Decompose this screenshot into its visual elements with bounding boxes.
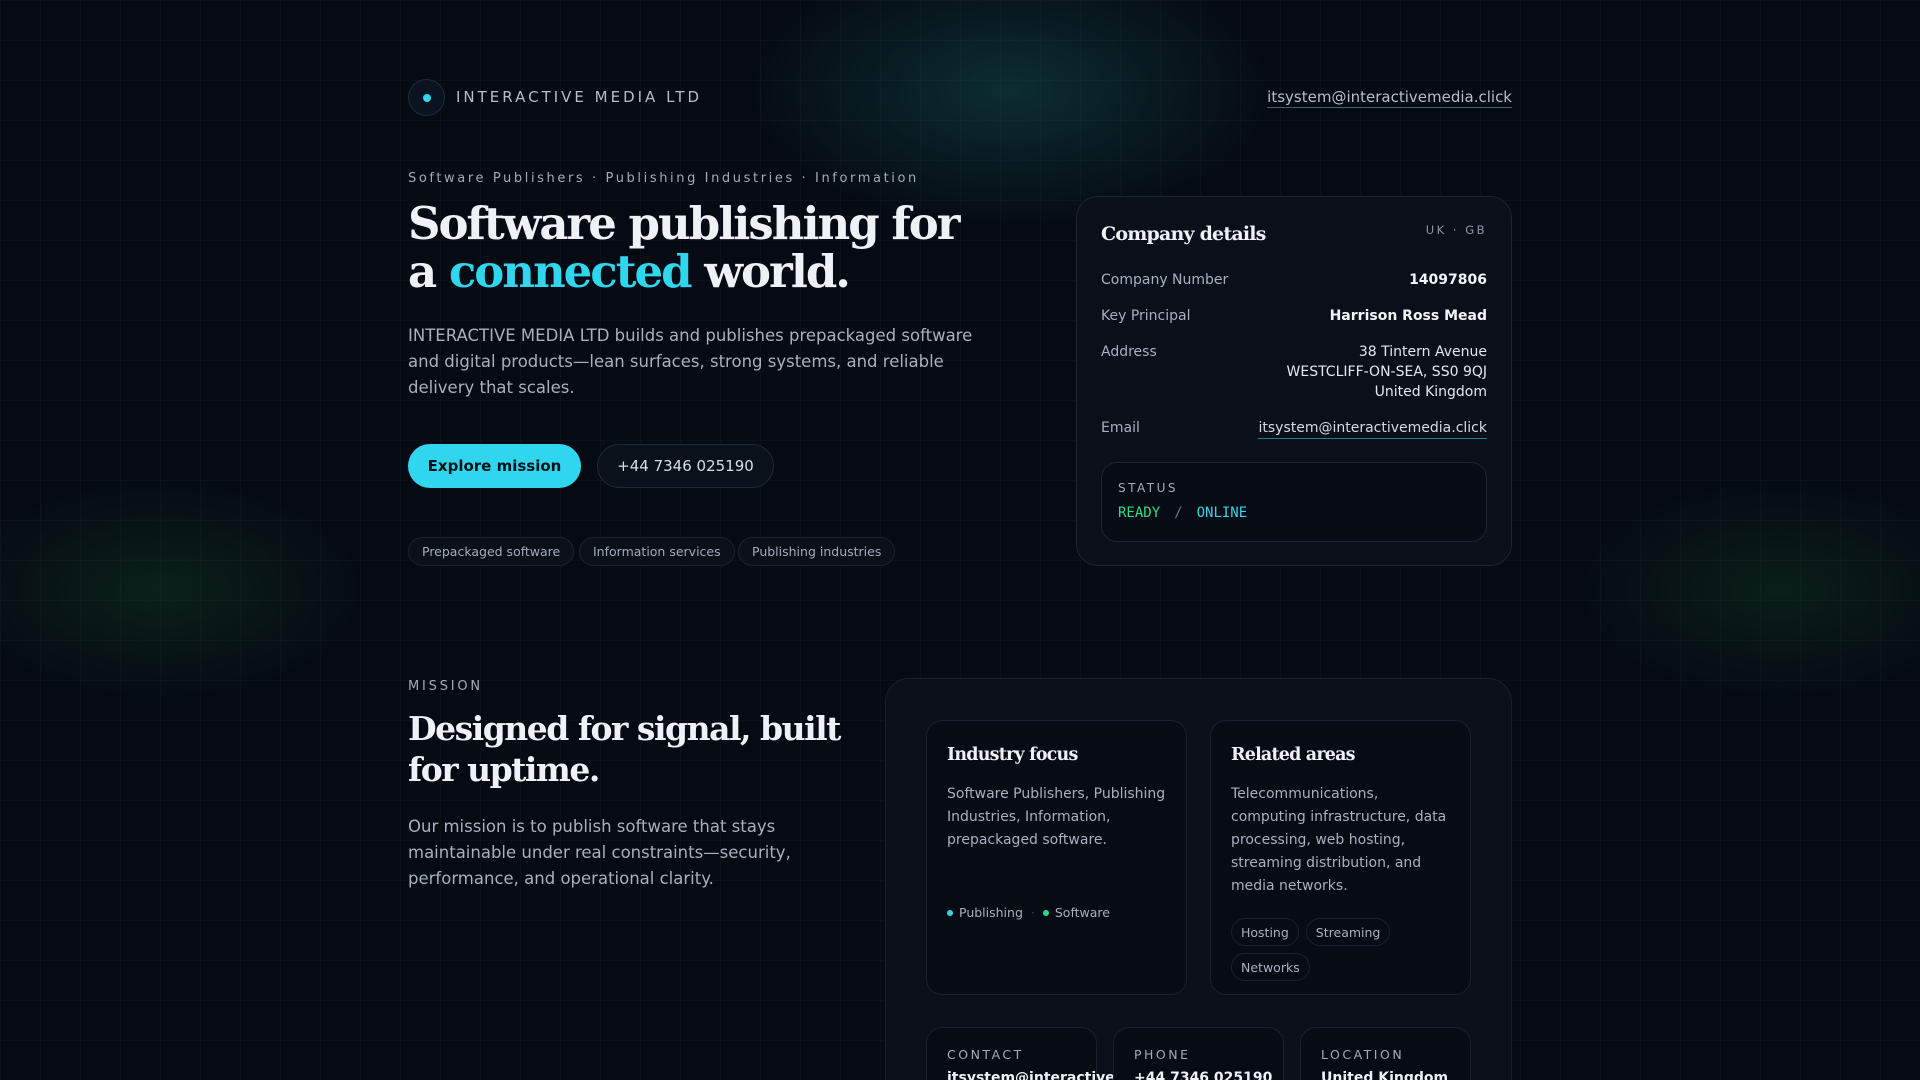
status-box: STATUS READY / ONLINE xyxy=(1101,462,1487,542)
row-email: Email itsystem@interactivemedia.click xyxy=(1101,418,1487,439)
status-value: READY / ONLINE xyxy=(1118,505,1248,521)
software-dot-icon xyxy=(1042,909,1049,916)
industry-focus-card: Industry focus Software Publishers, Publ… xyxy=(926,720,1187,995)
header-email-link[interactable]: itsystem@interactivemedia.click xyxy=(1267,88,1512,108)
mission-label: MISSION xyxy=(408,679,483,694)
chip-prepackaged-software: Prepackaged software xyxy=(408,537,575,566)
row-address: Address 38 Tintern Avenue WESTCLIFF-ON-SEA… xyxy=(1101,344,1487,400)
chip-information-services: Information services xyxy=(579,537,735,566)
hero-title: Software publishing for a connected worl… xyxy=(408,197,960,298)
explore-mission-button[interactable]: Explore mission xyxy=(408,444,581,488)
row-key-principal: Key Principal Harrison Ross Mead xyxy=(1101,308,1487,324)
mission-text: Our mission is to publish software that … xyxy=(408,817,791,888)
related-areas-card: Related areas Telecommunications, comput… xyxy=(1210,720,1471,995)
tag-streaming: Streaming xyxy=(1305,918,1391,946)
company-email-link[interactable]: itsystem@interactivemedia.click xyxy=(1258,418,1487,439)
hero-title-accent: connected xyxy=(448,245,693,298)
country-code: UK · GB xyxy=(1425,223,1487,237)
mission-title: Designed for signal, built for uptime. xyxy=(408,709,841,789)
logo-icon[interactable] xyxy=(408,79,445,116)
phone-card: PHONE +44 7346 025190 xyxy=(1113,1027,1284,1080)
phone-button[interactable]: +44 7346 025190 xyxy=(597,444,774,488)
chip-publishing-industries: Publishing industries xyxy=(738,537,896,566)
hero-eyebrow: Software Publishers · Publishing Industr… xyxy=(408,171,919,186)
company-details-title: Company details xyxy=(1101,223,1266,245)
brand-name: INTERACTIVE MEDIA LTD xyxy=(456,88,703,106)
row-company-number: Company Number 14097806 xyxy=(1101,272,1487,288)
tag-networks: Networks xyxy=(1231,953,1310,981)
details-panel: Industry focus Software Publishers, Publ… xyxy=(885,678,1512,1080)
company-details-card: Company details UK · GB Company Number 14… xyxy=(1076,196,1512,566)
hero-lead: INTERACTIVE MEDIA LTD builds and publish… xyxy=(408,326,973,397)
location-card: LOCATION United Kingdom xyxy=(1300,1027,1471,1080)
publishing-dot-icon xyxy=(947,909,953,916)
contact-card: CONTACT itsystem@interactivemedia.click xyxy=(926,1027,1204,1080)
tag-hosting: Hosting xyxy=(1231,918,1299,946)
industry-dots: Publishing · Software xyxy=(947,905,1110,920)
